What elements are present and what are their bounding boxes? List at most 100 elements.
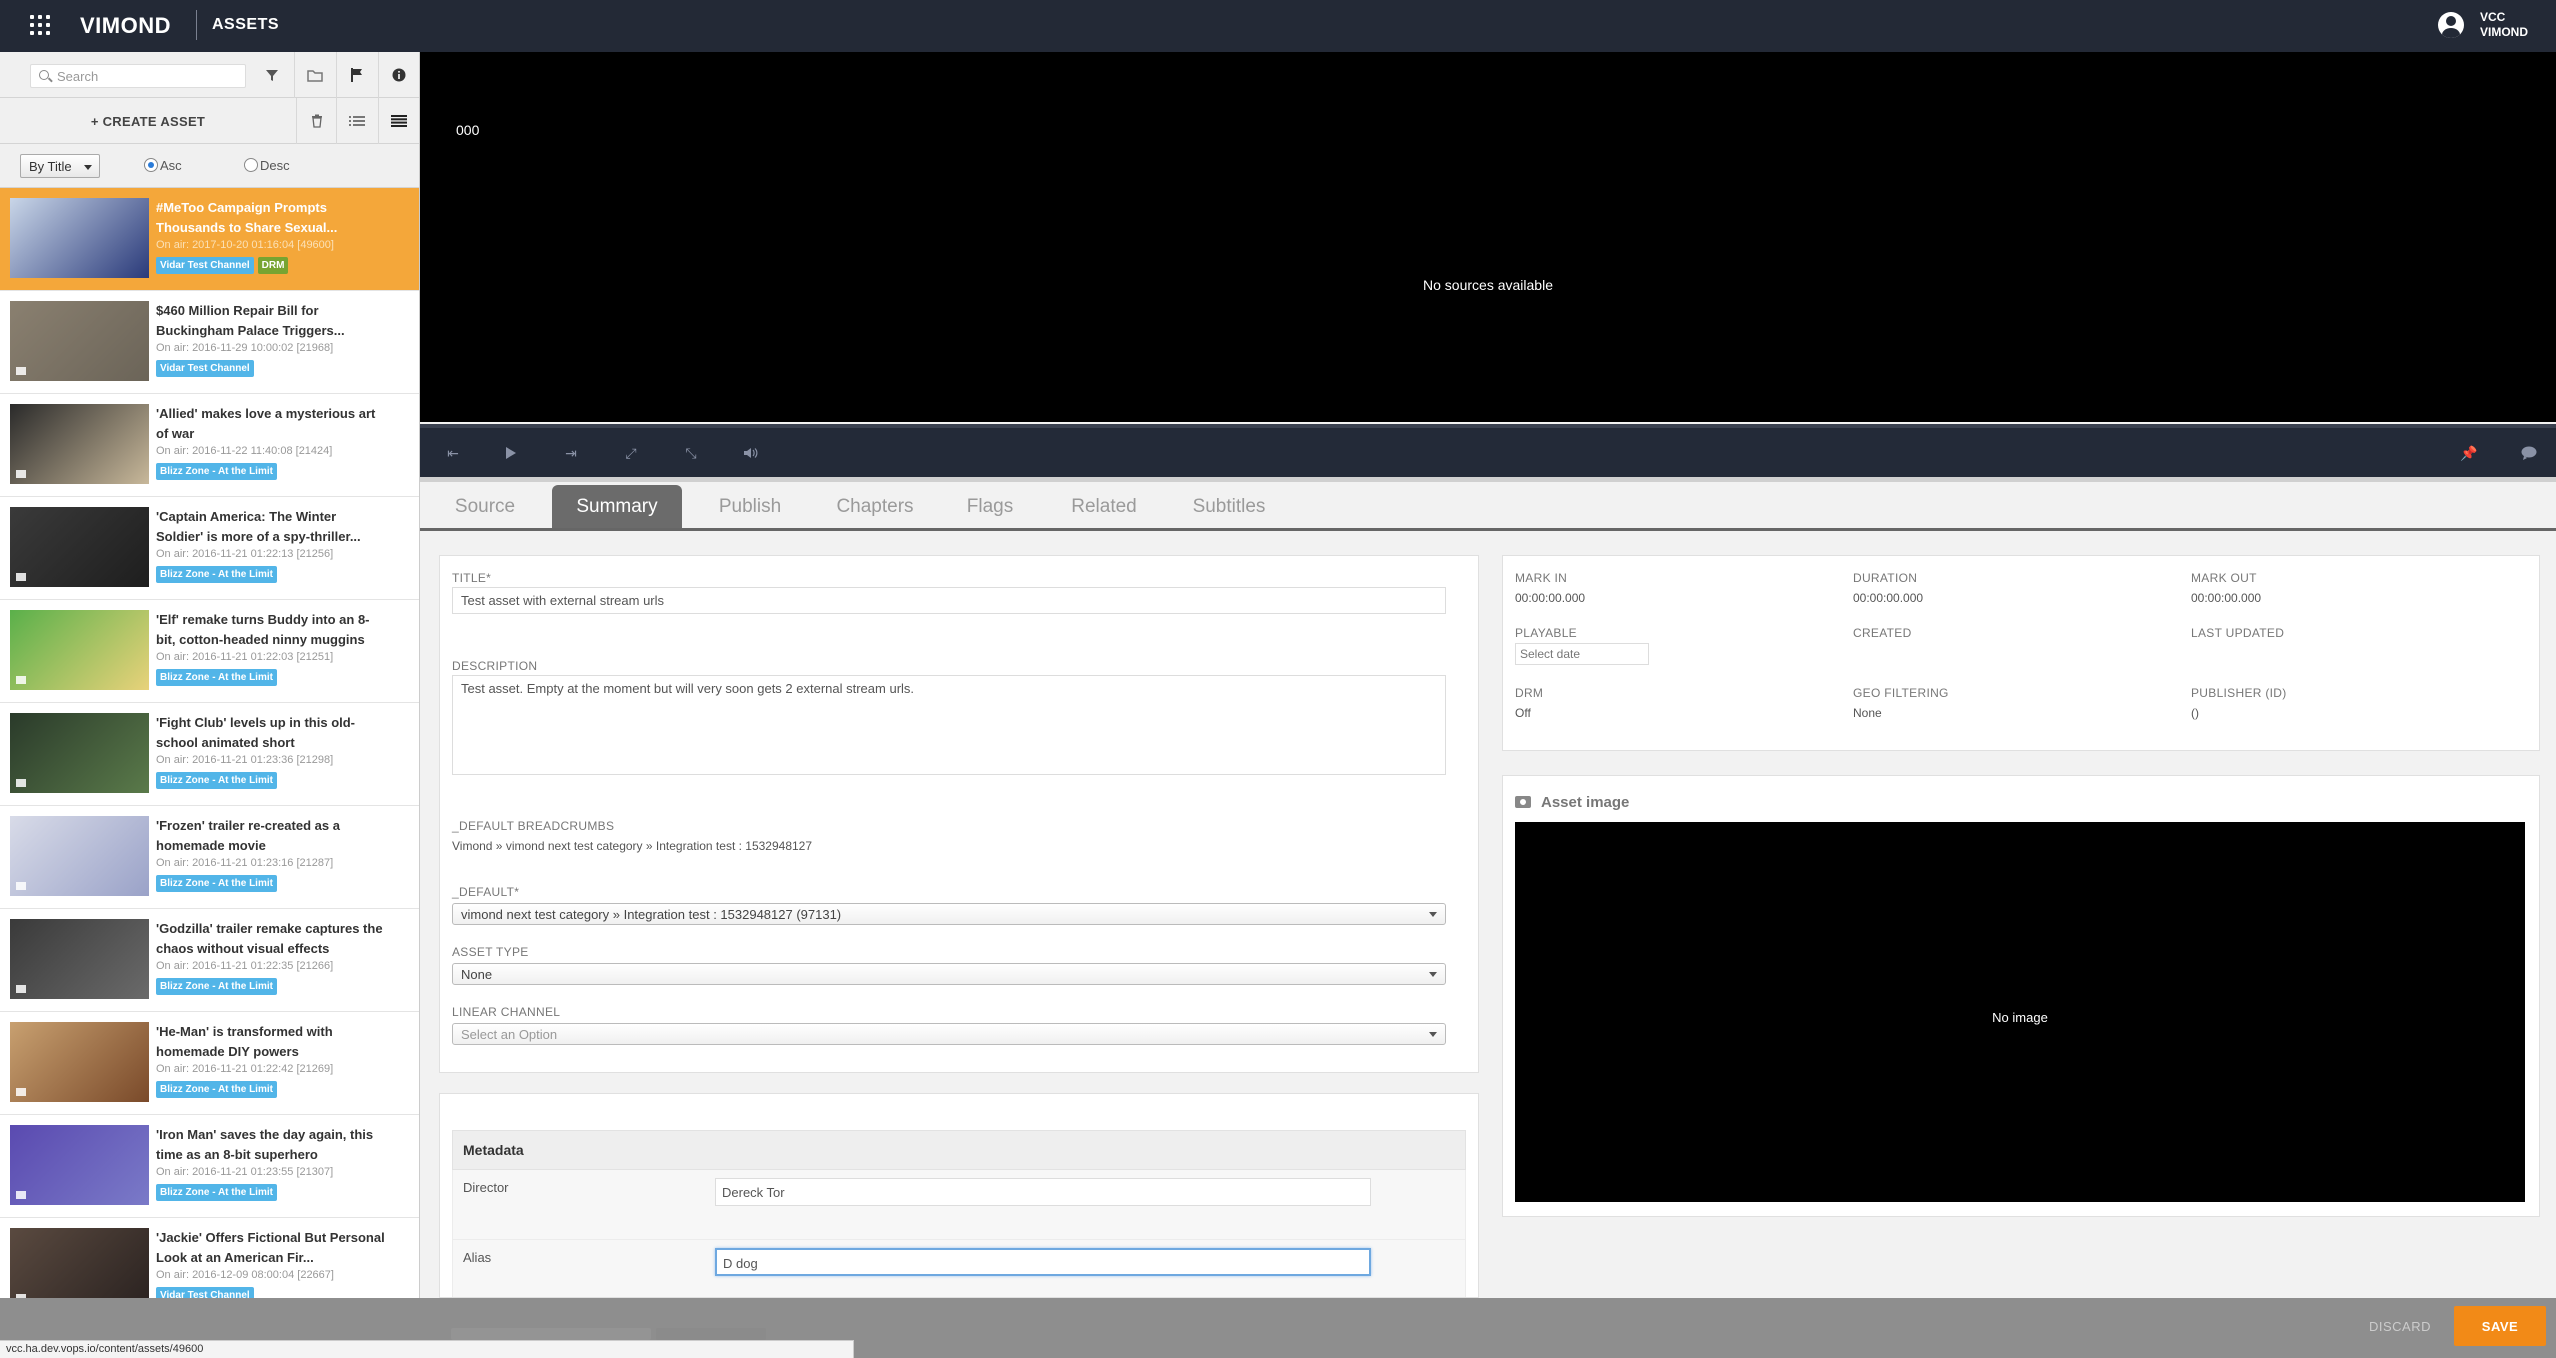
asset-title[interactable]: 'Frozen' trailer re-created as a homemad… xyxy=(156,816,386,856)
create-asset-button[interactable]: + CREATE ASSET xyxy=(0,98,296,144)
mark-in-button[interactable]: ⇤ xyxy=(442,442,464,464)
asset-thumbnail[interactable] xyxy=(10,198,149,278)
asset-thumbnail[interactable] xyxy=(10,404,149,484)
folder-button[interactable] xyxy=(294,52,334,98)
playable-label: PLAYABLE xyxy=(1515,626,1577,640)
pin-button[interactable]: 📌 xyxy=(2458,442,2480,464)
alias-input[interactable]: D dog xyxy=(715,1248,1371,1276)
default-category-select[interactable]: vimond next test category » Integration … xyxy=(452,903,1446,925)
tab-publish[interactable]: Publish xyxy=(700,485,800,528)
tab-chapters[interactable]: Chapters xyxy=(820,485,930,528)
drm-label: DRM xyxy=(1515,686,1544,700)
asset-list-item[interactable]: 'Godzilla' trailer remake captures the c… xyxy=(0,909,419,1012)
asset-badges: Blizz Zone - At the Limit xyxy=(156,978,277,995)
asset-image-dropzone[interactable]: No image xyxy=(1515,822,2525,1202)
asset-title[interactable]: 'Elf' remake turns Buddy into an 8-bit, … xyxy=(156,610,386,650)
compact-view-button[interactable] xyxy=(378,98,418,144)
asset-list-item[interactable]: 'Captain America: The Winter Soldier' is… xyxy=(0,497,419,600)
director-input[interactable]: Dereck Tor xyxy=(715,1178,1371,1206)
tab-summary[interactable]: Summary xyxy=(552,485,682,528)
sort-desc-radio[interactable] xyxy=(244,158,258,172)
asset-list-item[interactable]: 'Fight Club' levels up in this old-schoo… xyxy=(0,703,419,806)
apps-grid-icon[interactable] xyxy=(30,15,50,35)
play-button[interactable] xyxy=(500,442,522,464)
asset-badges: Blizz Zone - At the Limit xyxy=(156,772,277,789)
asset-list-item[interactable]: 'He-Man' is transformed with homemade DI… xyxy=(0,1012,419,1115)
asset-badges: Vidar Test Channel xyxy=(156,360,254,377)
description-label: DESCRIPTION xyxy=(452,659,538,673)
video-type-icon xyxy=(16,367,26,375)
brand-logo[interactable]: VIMOND xyxy=(80,13,171,39)
asset-thumbnail[interactable] xyxy=(10,713,149,793)
asset-thumbnail[interactable] xyxy=(10,1022,149,1102)
asset-thumbnail[interactable] xyxy=(10,610,149,690)
sort-asc-label[interactable]: Asc xyxy=(160,158,182,173)
video-player[interactable]: 000 No sources available xyxy=(420,52,2556,422)
asset-title[interactable]: $460 Million Repair Bill for Buckingham … xyxy=(156,301,386,341)
mark-out-button[interactable]: ⇥ xyxy=(560,442,582,464)
flag-button[interactable] xyxy=(336,52,376,98)
asset-list-item[interactable]: 'Allied' makes love a mysterious art of … xyxy=(0,394,419,497)
add-new-field-button[interactable] xyxy=(656,1328,766,1340)
playable-date-input[interactable]: Select date xyxy=(1515,643,1649,665)
asset-list-item[interactable]: 'Frozen' trailer re-created as a homemad… xyxy=(0,806,419,909)
asset-title[interactable]: 'Allied' makes love a mysterious art of … xyxy=(156,404,386,444)
asset-thumbnail[interactable] xyxy=(10,919,149,999)
asset-thumbnail[interactable] xyxy=(10,1228,149,1298)
asset-title[interactable]: 'Fight Club' levels up in this old-schoo… xyxy=(156,713,386,753)
asset-title[interactable]: 'Iron Man' saves the day again, this tim… xyxy=(156,1125,386,1165)
asset-thumbnail[interactable] xyxy=(10,507,149,587)
linear-channel-select[interactable]: Select an Option xyxy=(452,1023,1446,1045)
collapse-button[interactable]: ⤡ xyxy=(680,442,702,464)
sort-asc-radio[interactable] xyxy=(144,158,158,172)
player-progress-bar[interactable] xyxy=(420,477,2556,482)
user-avatar-icon[interactable] xyxy=(2438,12,2464,38)
metadata-panel: Metadata Director Dereck Tor Alias D dog xyxy=(439,1093,1479,1298)
channel-badge: Blizz Zone - At the Limit xyxy=(156,978,277,995)
asset-type-select[interactable]: None xyxy=(452,963,1446,985)
info-button[interactable] xyxy=(378,52,418,98)
asset-badges: Blizz Zone - At the Limit xyxy=(156,669,277,686)
add-field-select[interactable] xyxy=(451,1328,651,1340)
asset-title[interactable]: 'Captain America: The Winter Soldier' is… xyxy=(156,507,386,547)
asset-title[interactable]: 'Godzilla' trailer remake captures the c… xyxy=(156,919,386,959)
sort-by-select[interactable]: By Title xyxy=(20,154,100,178)
delete-button[interactable] xyxy=(296,98,336,144)
sort-toolbar: By Title Asc Desc xyxy=(0,144,419,188)
asset-image-panel: Asset image No image xyxy=(1502,775,2540,1217)
asset-list-item[interactable]: 'Elf' remake turns Buddy into an 8-bit, … xyxy=(0,600,419,703)
list-view-button[interactable] xyxy=(336,98,376,144)
asset-list-item[interactable]: 'Iron Man' saves the day again, this tim… xyxy=(0,1115,419,1218)
filter-button[interactable] xyxy=(252,52,292,98)
comments-button[interactable] xyxy=(2518,442,2540,464)
sort-desc-label[interactable]: Desc xyxy=(260,158,290,173)
tab-source[interactable]: Source xyxy=(438,485,532,528)
user-name[interactable]: VCC VIMOND xyxy=(2480,10,2528,40)
asset-thumbnail[interactable] xyxy=(10,1125,149,1205)
asset-thumbnail[interactable] xyxy=(10,816,149,896)
asset-list-item[interactable]: 'Jackie' Offers Fictional But Personal L… xyxy=(0,1218,419,1298)
tab-related[interactable]: Related xyxy=(1054,485,1154,528)
discard-button[interactable]: DISCARD xyxy=(2356,1308,2444,1344)
metadata-row-director: Director Dereck Tor xyxy=(452,1170,1466,1240)
tab-flags[interactable]: Flags xyxy=(950,485,1030,528)
video-type-icon xyxy=(16,676,26,684)
tab-subtitles[interactable]: Subtitles xyxy=(1174,485,1284,528)
duration-label: DURATION xyxy=(1853,571,1918,585)
asset-title[interactable]: 'Jackie' Offers Fictional But Personal L… xyxy=(156,1228,386,1268)
volume-button[interactable] xyxy=(740,442,762,464)
asset-list-item[interactable]: #MeToo Campaign Prompts Thousands to Sha… xyxy=(0,188,419,291)
asset-title[interactable]: #MeToo Campaign Prompts Thousands to Sha… xyxy=(156,198,386,238)
geo-filtering-value: None xyxy=(1853,706,1882,720)
asset-title[interactable]: 'He-Man' is transformed with homemade DI… xyxy=(156,1022,386,1062)
description-textarea[interactable]: Test asset. Empty at the moment but will… xyxy=(452,675,1446,775)
asset-on-air: On air: 2016-12-09 08:00:04 [22667] xyxy=(156,1269,334,1281)
save-button[interactable]: SAVE xyxy=(2454,1306,2546,1346)
asset-thumbnail[interactable] xyxy=(10,301,149,381)
search-toolbar: Search xyxy=(0,52,419,98)
asset-list-item[interactable]: $460 Million Repair Bill for Buckingham … xyxy=(0,291,419,394)
title-input[interactable]: Test asset with external stream urls xyxy=(452,587,1446,614)
search-input[interactable]: Search xyxy=(30,64,246,88)
expand-button[interactable]: ⤢ xyxy=(620,442,642,464)
mark-out-icon: ⇥ xyxy=(565,444,577,461)
